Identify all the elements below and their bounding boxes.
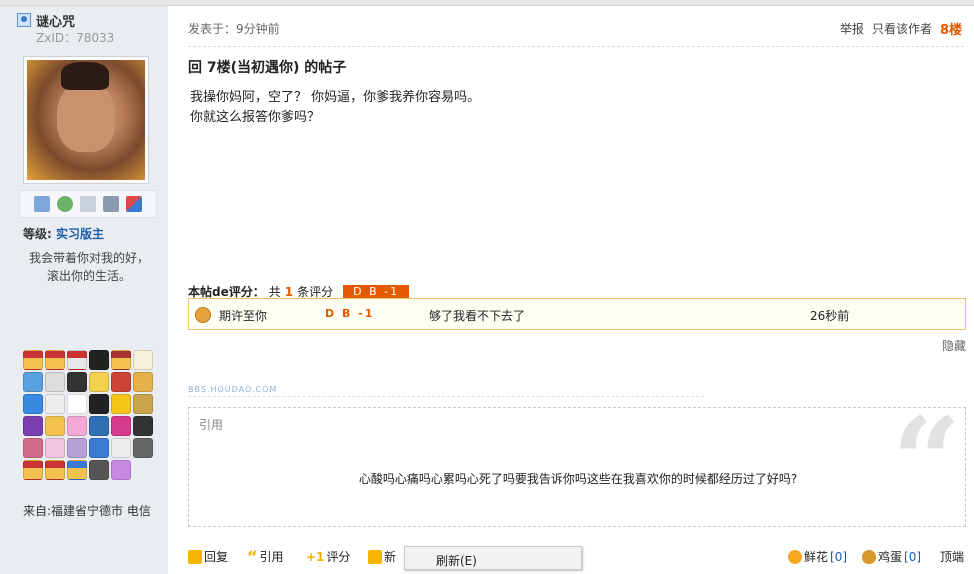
new-icon (368, 549, 382, 564)
avatar-image (27, 60, 145, 180)
divider (188, 46, 964, 47)
quote-mark-icon: “ (891, 391, 961, 532)
quote-block: 引用 “ 心酸吗心痛吗心累吗心死了吗要我告诉你吗这些在我喜欢你的时候都经历过了好… (188, 402, 966, 527)
medal-icon[interactable] (89, 350, 109, 370)
medal-icon[interactable] (111, 460, 131, 480)
rater-name[interactable]: 期许至你 (219, 307, 267, 324)
egg-button[interactable]: 鸡蛋 [0] (862, 548, 921, 565)
reply-icon (188, 549, 202, 564)
medal-icon[interactable] (67, 372, 87, 392)
reply-button[interactable]: 回复 (188, 548, 228, 565)
author-actions (19, 190, 157, 218)
quote-label: 引用 (199, 418, 224, 432)
profile-card-icon[interactable] (103, 196, 120, 212)
author-avatar[interactable] (23, 56, 149, 184)
medal-icon[interactable] (45, 460, 65, 480)
flower-icon (788, 549, 802, 564)
quote-text: 心酸吗心痛吗心累吗心死了吗要我告诉你吗这些在我喜欢你的时候都经历过了好吗? (358, 472, 798, 486)
medal-icon[interactable] (45, 438, 65, 458)
medal-grid (23, 350, 155, 482)
medal-icon[interactable] (133, 438, 153, 458)
hide-ratings-link[interactable]: 隐藏 (942, 337, 966, 354)
medal-icon[interactable] (45, 372, 65, 392)
user-location: 来自:福建省宁德市 电信 (23, 504, 151, 518)
user-level: 等级: 实习版主 (23, 227, 105, 241)
medal-icon[interactable] (111, 372, 131, 392)
post-content-area: 发表于：9分钟前 举报 只看该作者 8楼 回 7楼(当初遇你) 的帖子 我操你妈… (168, 6, 974, 574)
back-to-top-link[interactable]: 顶端 (940, 548, 964, 565)
quote-icon: “ (247, 546, 258, 566)
rating-time: 26秒前 (810, 309, 850, 323)
post-time: 发表于：9分钟前 (188, 22, 280, 36)
medal-icon[interactable] (111, 350, 131, 370)
medal-icon[interactable] (67, 438, 87, 458)
medal-icon[interactable] (89, 372, 109, 392)
medal-icon[interactable] (23, 372, 43, 392)
blocks-icon[interactable] (126, 196, 143, 212)
medal-icon[interactable] (45, 350, 65, 370)
medal-icon[interactable] (89, 416, 109, 436)
add-friend-icon[interactable] (56, 196, 73, 212)
context-menu-refresh[interactable]: 刷新(E) (436, 552, 477, 569)
author-name[interactable]: 谜心咒 (36, 11, 75, 30)
medal-icon[interactable] (45, 394, 65, 414)
medal-icon[interactable] (23, 438, 43, 458)
rating-score: D B -1 (325, 307, 375, 320)
medal-icon[interactable] (133, 416, 153, 436)
medal-icon[interactable] (45, 416, 65, 436)
medal-icon[interactable] (23, 394, 43, 414)
new-button[interactable]: 新 (368, 548, 396, 565)
egg-icon (862, 549, 876, 564)
user-online-icon (17, 13, 31, 27)
medal-icon[interactable] (67, 460, 87, 480)
search-posts-icon[interactable] (79, 196, 96, 212)
divider (188, 396, 704, 397)
medal-icon[interactable] (111, 416, 131, 436)
medal-icon[interactable] (67, 394, 87, 414)
medal-icon[interactable] (23, 460, 43, 480)
author-id: ZxID：78033 (36, 31, 115, 45)
plus-one-icon: +1 (306, 549, 325, 564)
author-sidebar: 谜心咒 ZxID：78033 等级: 实习版主 我会带着你对我的好， 滚出你的生… (0, 6, 168, 574)
quote-button[interactable]: “ 引用 (247, 548, 284, 565)
medal-icon[interactable] (133, 372, 153, 392)
medal-icon[interactable] (111, 438, 131, 458)
post-body: 我操你妈阿，空了？ 你妈逼，你爹我养你容易吗。 你就这么报答你爹吗？ (190, 90, 481, 125)
post-header-actions: 举报 只看该作者 8楼 (840, 19, 962, 38)
medal-icon[interactable] (89, 394, 109, 414)
site-watermark: BBS.HOUDAO.COM (188, 385, 278, 394)
rating-total-badge: D B -1 (343, 284, 410, 299)
context-menu: 刷新(E) (404, 546, 582, 570)
medal-icon[interactable] (133, 350, 153, 370)
rating-row: 期许至你 D B -1 够了我看不下去了 26秒前 (188, 298, 966, 330)
medal-icon[interactable] (67, 416, 87, 436)
medal-icon[interactable] (89, 460, 109, 480)
user-signature: 我会带着你对我的好， 滚出你的生活。 (28, 251, 149, 283)
floor-number[interactable]: 8楼 (940, 19, 962, 38)
user-level-value[interactable]: 实习版主 (56, 227, 104, 241)
rate-button[interactable]: +1 评分 (306, 548, 350, 565)
report-link[interactable]: 举报 (840, 20, 864, 37)
message-icon[interactable] (33, 196, 50, 212)
rating-reason: 够了我看不下去了 (429, 309, 526, 323)
medal-icon[interactable] (23, 350, 43, 370)
post-title: 回 7楼(当初遇你) 的帖子 (188, 60, 347, 76)
rater-avatar-icon (195, 307, 211, 323)
medal-icon[interactable] (133, 394, 153, 414)
medal-icon[interactable] (23, 416, 43, 436)
medal-icon[interactable] (111, 394, 131, 414)
medal-icon[interactable] (89, 438, 109, 458)
medal-icon[interactable] (67, 350, 87, 370)
flower-button[interactable]: 鲜花 [0] (788, 548, 847, 565)
only-author-link[interactable]: 只看该作者 (872, 20, 932, 37)
